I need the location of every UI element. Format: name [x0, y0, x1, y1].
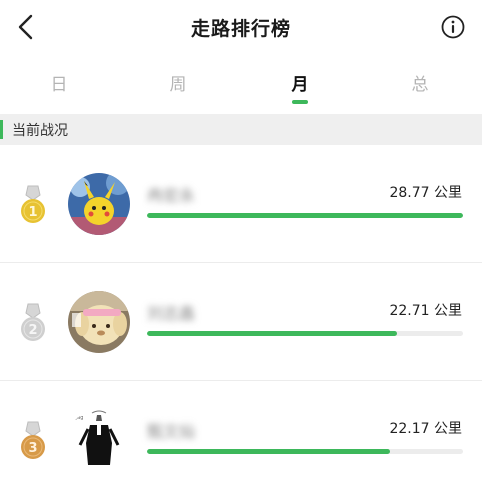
progress-fill [147, 213, 463, 218]
gold-medal-icon: 1 [21, 185, 45, 223]
distance-value: 28.77 公里 [389, 185, 462, 201]
ranking-row[interactable]: 2 刘志鑫 22.71 公里 [0, 263, 482, 381]
progress-fill [147, 449, 391, 454]
user-name: 冉宏永 [147, 186, 196, 205]
silver-medal-icon: 2 [21, 303, 45, 341]
progress-bar [147, 449, 463, 454]
ranking-row[interactable]: 1 冉宏永 28.77 公里 [0, 145, 482, 263]
bronze-medal-icon: 3 [21, 421, 45, 459]
plush-toy-avatar[interactable] [68, 291, 130, 353]
tab-week[interactable]: 周 [148, 70, 208, 95]
progress-bar [147, 331, 463, 336]
progress-bar [147, 213, 463, 218]
section-header: 当前战况 [0, 114, 482, 145]
nav-header: 走路排行榜 [0, 0, 482, 56]
tab-month[interactable]: 月 [270, 70, 330, 95]
user-name: 刘志鑫 [147, 304, 196, 323]
section-title: 当前战况 [12, 123, 68, 139]
medal-rank-text: 2 [28, 323, 37, 338]
pikachu-avatar[interactable] [68, 173, 130, 235]
distance-value: 22.17 公里 [389, 421, 462, 437]
figure-sketch-avatar[interactable]: gag [68, 409, 130, 471]
user-name: 甄文灿 [147, 422, 196, 441]
active-tab-indicator [292, 100, 308, 104]
ranking-row[interactable]: 3 gag 甄文灿 22.17 公里 [0, 381, 482, 499]
section-accent-bar [0, 120, 3, 139]
page-title: 走路排行榜 [190, 18, 291, 40]
info-circle-icon[interactable] [441, 15, 465, 39]
progress-fill [147, 331, 397, 336]
svg-text:gag: gag [74, 415, 83, 421]
period-tabs: 日 周 月 总 [0, 60, 482, 108]
medal-rank-text: 1 [28, 205, 37, 220]
distance-value: 22.71 公里 [389, 303, 462, 319]
medal-rank-text: 3 [28, 441, 37, 456]
tab-day[interactable]: 日 [29, 70, 89, 95]
tab-total[interactable]: 总 [390, 70, 450, 95]
